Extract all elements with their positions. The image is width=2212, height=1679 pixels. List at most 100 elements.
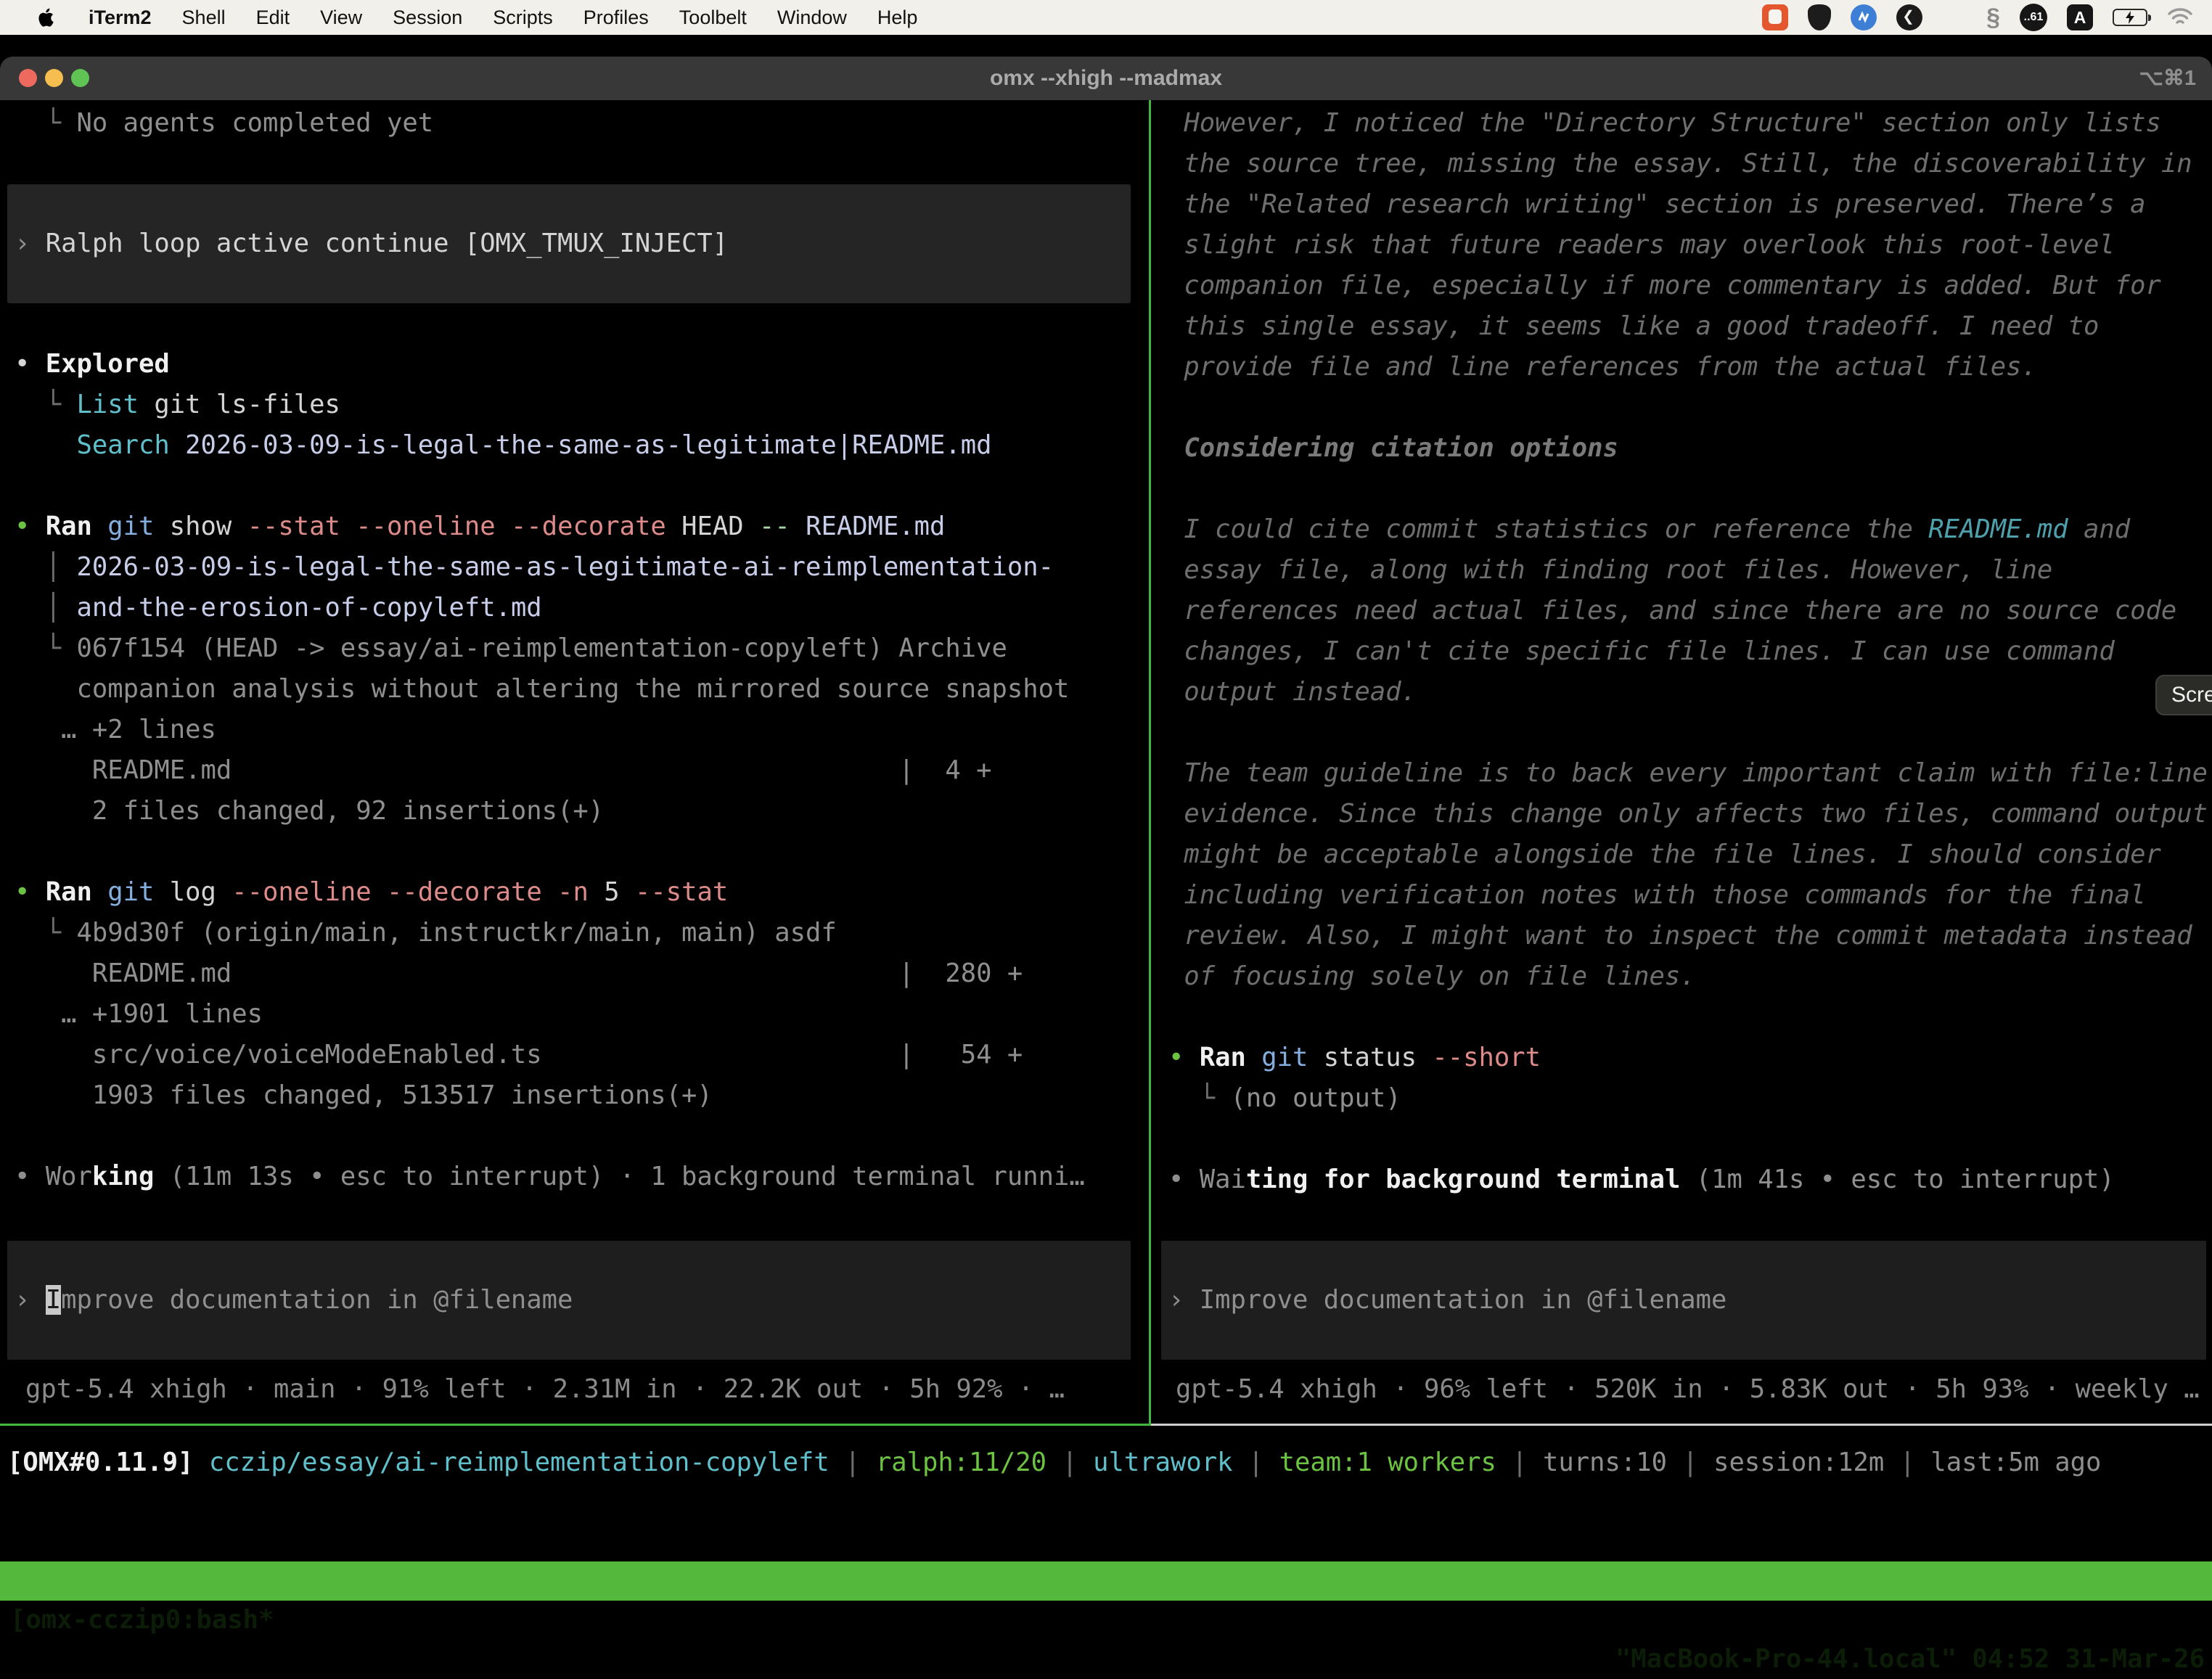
counter-badge-icon[interactable]: ..61 xyxy=(2020,4,2047,31)
menu-item-window[interactable]: Window xyxy=(777,7,847,29)
text-segment: --stat --oneline --decorate xyxy=(247,512,666,541)
text-segment: might be acceptable alongside the file l… xyxy=(1168,840,2161,869)
terminal-line: │ 2026-03-09-is-legal-the-same-as-legiti… xyxy=(15,547,1149,588)
prompt-input-right[interactable]: › Improve documentation in @filename xyxy=(1161,1241,2206,1360)
menu-item-help[interactable]: Help xyxy=(877,7,918,29)
text-segment: I could cite commit statistics or refere… xyxy=(1168,514,1928,544)
text-segment: provide file and line references from th… xyxy=(1168,352,2037,382)
terminal-line xyxy=(1168,1119,2212,1159)
status-segment: | xyxy=(1884,1448,1930,1477)
omx-status-row: [OMX#0.11.9] cczip/essay/ai-reimplementa… xyxy=(7,1442,2101,1483)
status-segment: turns:10 xyxy=(1543,1448,1667,1477)
wifi-icon[interactable] xyxy=(2167,7,2193,28)
terminal-line: might be acceptable alongside the file l… xyxy=(1168,834,2212,875)
terminal-line: … +2 lines xyxy=(15,710,1149,750)
terminal-line: • Working (11m 13s • esc to interrupt) ·… xyxy=(15,1157,1149,1197)
terminal-line: Considering citation options xyxy=(1168,428,2212,469)
input-source-icon[interactable]: A xyxy=(2067,4,2093,30)
terminal-line xyxy=(15,1116,1149,1157)
window-title: omx --xhigh --madmax xyxy=(0,57,2212,100)
text-segment: └ xyxy=(1168,1083,1231,1113)
text-segment xyxy=(1246,1043,1261,1072)
terminal-line: • Ran git status --short xyxy=(1168,1038,2212,1078)
menu-item-shell[interactable]: Shell xyxy=(182,7,226,29)
text-segment: -n xyxy=(557,877,604,907)
text-segment: README.md xyxy=(790,512,946,541)
blue-badge-icon[interactable] xyxy=(1851,4,1877,30)
terminal-line: this single essay, it seems like a good … xyxy=(1168,306,2212,347)
text-segment: └ xyxy=(15,108,77,138)
keyboard-maestro-icon[interactable] xyxy=(1896,4,1922,30)
terminal-line: • Ran git log --oneline --decorate -n 5 … xyxy=(15,872,1149,913)
text-segment: changes, I can't cite specific file line… xyxy=(1168,636,2115,666)
text-segment: (11m 13s • esc to interrupt) · 1 backgro… xyxy=(154,1162,1084,1191)
terminal-line xyxy=(15,466,1149,506)
text-segment: • xyxy=(1168,1165,1200,1194)
menu-items: iTerm2 Shell Edit View Session Scripts Profile… xyxy=(89,7,917,29)
text-segment: 2026-03-09-is-legal-the-same-as-legitima… xyxy=(77,552,1054,582)
menu-item-scripts[interactable]: Scripts xyxy=(493,7,553,29)
terminal-pane-left[interactable]: └ No agents completed yet › Ralph loop a… xyxy=(0,100,1149,1424)
terminal-line: └ (no output) xyxy=(1168,1078,2212,1119)
text-segment: -- xyxy=(759,512,790,541)
text-segment: git xyxy=(107,512,154,541)
battery-icon[interactable] xyxy=(2113,9,2147,26)
tmux-host-clock: "MacBook-Pro-44.local" 04:52 31-Mar-26 xyxy=(1615,1640,2205,1679)
text-segment: 2026-03-09-is-legal-the-same-as-legitima… xyxy=(170,430,992,460)
terminal-line: of focusing solely on file lines. xyxy=(1168,956,2212,997)
text-segment: essay file, along with finding root file… xyxy=(1168,555,2052,585)
terminal-line: However, I noticed the "Directory Struct… xyxy=(1168,103,2212,144)
terminal-line: references need actual files, and since … xyxy=(1168,591,2212,631)
terminal-line: provide file and line references from th… xyxy=(1168,347,2212,387)
terminal-line: 2 files changed, 92 insertions(+) xyxy=(15,791,1149,832)
text-segment: companion analysis without altering the … xyxy=(15,674,1069,704)
terminal-line: slight risk that future readers may over… xyxy=(1168,225,2212,266)
text-segment: • xyxy=(1168,1043,1200,1072)
dots-grid-icon[interactable] xyxy=(1942,5,1967,30)
screen-share-overlay: Scre xyxy=(2155,675,2212,715)
terminal-line: └ List git ls-files xyxy=(15,385,1149,425)
menu-item-edit[interactable]: Edit xyxy=(256,7,290,29)
text-segment: HEAD xyxy=(666,512,759,541)
text-segment: README.md | 4 + xyxy=(15,755,992,785)
menu-item-toolbelt[interactable]: Toolbelt xyxy=(679,7,747,29)
text-segment xyxy=(15,430,77,460)
text-segment: the "Related research writing" section i… xyxy=(1168,189,2146,219)
apple-menu-icon[interactable] xyxy=(38,7,60,28)
text-segment: However, I noticed the "Directory Struct… xyxy=(1168,108,2161,138)
pane-divider[interactable] xyxy=(1149,100,1151,1426)
menu-item-view[interactable]: View xyxy=(320,7,362,29)
menu-item-profiles[interactable]: Profiles xyxy=(583,7,649,29)
chat-bubble-icon[interactable] xyxy=(1762,4,1788,30)
prompt-input-left[interactable]: › Improve documentation in @filename xyxy=(7,1241,1131,1360)
s-hook-icon[interactable]: § xyxy=(1986,4,2000,32)
menu-item-session[interactable]: Session xyxy=(393,7,462,29)
status-segment: [OMX#0.11.9] xyxy=(7,1448,193,1477)
status-segment: | xyxy=(1667,1448,1713,1477)
menu-item-iterm2[interactable]: iTerm2 xyxy=(89,7,152,29)
status-segment: | xyxy=(1496,1448,1543,1477)
status-segment: | xyxy=(830,1448,876,1477)
text-segment: Ran xyxy=(1200,1043,1246,1072)
text-segment: … +1901 lines xyxy=(15,999,263,1029)
text-segment: 067f154 (HEAD -> essay/ai-reimplementati… xyxy=(77,633,1007,663)
shield-grid-icon[interactable] xyxy=(1808,4,1831,30)
text-segment: (1m 41s • esc to interrupt) xyxy=(1680,1165,2114,1194)
terminal-line: • Explored xyxy=(15,344,1149,385)
text-segment: • xyxy=(15,512,46,541)
status-segment: session:12m xyxy=(1713,1448,1884,1477)
prompt-placeholder: mprove documentation in @filename xyxy=(61,1285,573,1315)
text-segment: evidence. Since this change only affects… xyxy=(1168,799,2208,829)
terminal-line: the source tree, missing the essay. Stil… xyxy=(1168,144,2212,184)
text-segment: review. Also, I might want to inspect th… xyxy=(1168,921,2192,951)
text-segment: the source tree, missing the essay. Stil… xyxy=(1168,149,2192,178)
terminal-line xyxy=(1168,997,2212,1038)
terminal-line xyxy=(15,144,1149,184)
terminal-line: README.md | 4 + xyxy=(15,750,1149,791)
terminal-pane-right[interactable]: However, I noticed the "Directory Struct… xyxy=(1151,100,2212,1424)
text-segment: ting for background terminal xyxy=(1246,1165,1680,1194)
terminal-line: 1903 files changed, 513517 insertions(+) xyxy=(15,1075,1149,1116)
text-segment: 4b9d30f (origin/main, instructkr/main, m… xyxy=(77,918,837,948)
status-segment: ultrawork xyxy=(1093,1448,1232,1477)
status-segment: | xyxy=(1046,1448,1093,1477)
